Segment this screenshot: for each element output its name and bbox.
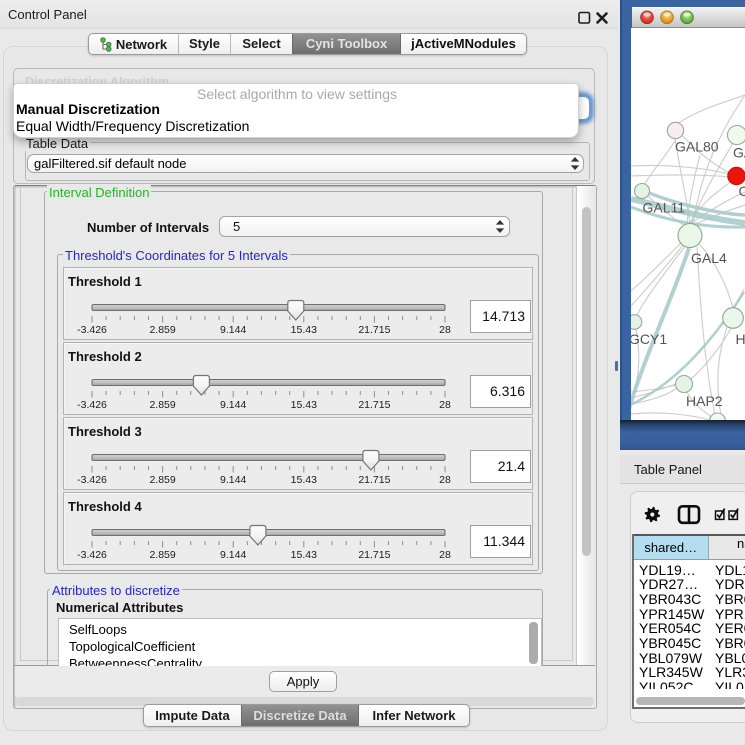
svg-text:9.144: 9.144 [220,474,246,486]
svg-text:-3.426: -3.426 [77,549,107,561]
svg-text:9.144: 9.144 [220,549,246,561]
svg-text:GAL4: GAL4 [691,250,727,266]
svg-text:21.715: 21.715 [358,399,390,411]
svg-text:-3.426: -3.426 [77,474,107,486]
svg-text:15.43: 15.43 [291,399,317,411]
svg-text:HAP2: HAP2 [686,393,723,409]
svg-text:C: C [739,183,745,199]
svg-text:28: 28 [439,324,451,336]
svg-text:9.144: 9.144 [220,324,246,336]
svg-text:-3.426: -3.426 [77,324,107,336]
svg-text:2.859: 2.859 [149,549,175,561]
svg-text:9.144: 9.144 [220,399,246,411]
svg-text:21.715: 21.715 [358,474,390,486]
svg-text:2.859: 2.859 [149,474,175,486]
svg-text:-3.426: -3.426 [77,399,107,411]
svg-text:2.859: 2.859 [149,324,175,336]
svg-text:15.43: 15.43 [291,474,317,486]
svg-text:GA: GA [733,145,745,161]
svg-text:21.715: 21.715 [358,324,390,336]
svg-text:15.43: 15.43 [291,324,317,336]
svg-text:GAL80: GAL80 [675,139,719,155]
svg-text:15.43: 15.43 [291,549,317,561]
svg-text:GAL11: GAL11 [643,200,686,216]
svg-text:H: H [736,331,745,347]
svg-text:GCY1: GCY1 [629,331,667,347]
svg-text:2.859: 2.859 [149,399,175,411]
svg-text:28: 28 [439,474,451,486]
svg-text:28: 28 [439,549,451,561]
svg-text:21.715: 21.715 [358,549,390,561]
svg-text:28: 28 [439,399,451,411]
